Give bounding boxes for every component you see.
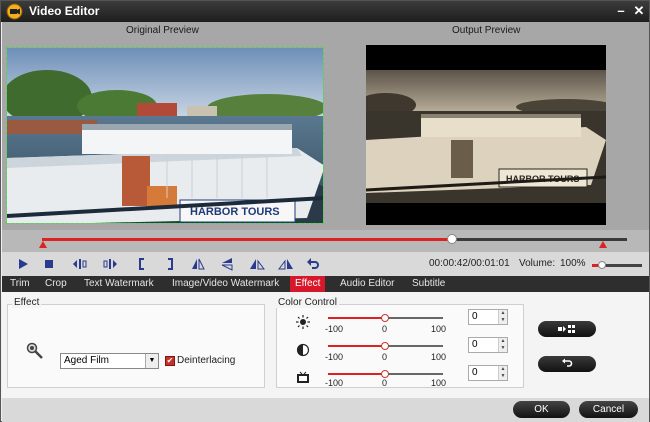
editor-tabs: Trim Crop Text Watermark Image/Video Wat… [2,276,649,292]
original-preview: HARBOR TOURS [6,47,324,224]
trim-start-marker[interactable] [39,241,47,248]
time-display: 00:00:42/00:01:01 [429,258,510,269]
output-video-frame: HARBOR TOURS [366,45,606,225]
undo-icon[interactable] [306,257,322,271]
timeline[interactable] [2,230,649,252]
chevron-down-icon[interactable]: ▼ [145,354,158,368]
stepper-arrows-icon[interactable]: ▲ ▼ [498,310,507,324]
tab-trim[interactable]: Trim [10,276,30,292]
color-control-title: Color Control [276,297,339,308]
close-button[interactable]: ✕ [631,3,647,19]
brightness-max-label: 100 [431,324,447,334]
volume-label: Volume: [519,258,556,269]
step-back-icon[interactable] [72,257,88,271]
playback-controls: 00:00:42/00:01:01 Volume: 100% [2,252,649,276]
ok-button[interactable]: OK [513,401,570,418]
magic-wand-icon [26,342,43,359]
effect-panel: Effect Aged Film ▼ ✔ Deinterlacing Color… [2,292,649,398]
step-forward-icon[interactable] [102,257,118,271]
tab-effect[interactable]: Effect [290,276,326,292]
effect-select[interactable]: Aged Film ▼ [60,353,159,369]
contrast-min-label: -100 [325,352,344,362]
reset-icon [562,358,573,367]
saturation-min-label: -100 [325,378,344,388]
output-preview-label: Output Preview [452,25,521,36]
flip-vertical-icon[interactable] [220,257,236,271]
video-editor-window: Video Editor – ✕ Original Preview Output… [0,0,650,422]
cancel-button[interactable]: Cancel [579,401,638,418]
volume-value: 100% [560,258,586,269]
contrast-icon [296,343,310,357]
trim-end-marker[interactable] [599,241,607,248]
saturation-mid-label: 0 [382,378,388,388]
brightness-slider-thumb[interactable] [381,314,389,322]
original-video-frame: HARBOR TOURS [7,48,323,223]
title-bar: Video Editor – ✕ [1,1,649,22]
dialog-footer: OK Cancel [2,398,649,422]
saturation-value: 0 [472,367,478,378]
contrast-max-label: 100 [431,352,447,362]
brightness-icon [296,315,310,329]
saturation-icon [297,371,309,383]
window-title: Video Editor [29,4,100,18]
color-control-group: Color Control -100 0 100 0 ▲ ▼ -100 0 10… [276,297,524,388]
brightness-stepper[interactable]: 0 ▲ ▼ [468,309,508,325]
volume-slider-thumb[interactable] [598,261,606,269]
mark-out-icon[interactable] [163,257,179,271]
deinterlacing-checkbox[interactable]: ✔ [165,356,175,366]
saturation-slider-fill [328,373,385,375]
svg-text:HARBOR TOURS: HARBOR TOURS [190,206,280,218]
brightness-slider-fill [328,317,385,319]
tab-audio-editor[interactable]: Audio Editor [340,276,394,292]
tab-image-video-watermark[interactable]: Image/Video Watermark [172,276,279,292]
brightness-value: 0 [472,311,478,322]
stepper-arrows-icon[interactable]: ▲ ▼ [498,338,507,352]
deinterlacing-label: Deinterlacing [177,355,236,366]
timeline-playhead[interactable] [447,234,457,244]
saturation-slider-thumb[interactable] [381,370,389,378]
output-preview: HARBOR TOURS [366,45,606,225]
original-preview-label: Original Preview [126,25,199,36]
contrast-slider-fill [328,345,385,347]
preview-area: Original Preview Output Preview HARBOR T… [2,22,649,230]
contrast-value: 0 [472,339,478,350]
saturation-max-label: 100 [431,378,447,388]
effect-group: Effect Aged Film ▼ ✔ Deinterlacing [7,297,265,388]
flip-horizontal-icon[interactable] [191,257,207,271]
apply-all-icon [558,325,575,333]
stop-icon[interactable] [42,257,58,271]
contrast-stepper[interactable]: 0 ▲ ▼ [468,337,508,353]
tab-subtitle[interactable]: Subtitle [412,276,445,292]
app-icon [6,3,23,20]
play-icon[interactable] [16,257,32,271]
tab-text-watermark[interactable]: Text Watermark [84,276,154,292]
tab-crop[interactable]: Crop [45,276,67,292]
effect-select-value: Aged Film [64,355,110,366]
rotate-right-icon[interactable] [278,257,294,271]
mark-in-icon[interactable] [135,257,151,271]
timeline-progress [42,238,452,241]
contrast-mid-label: 0 [382,352,388,362]
stepper-arrows-icon[interactable]: ▲ ▼ [498,366,507,380]
saturation-stepper[interactable]: 0 ▲ ▼ [468,365,508,381]
brightness-mid-label: 0 [382,324,388,334]
contrast-slider-thumb[interactable] [381,342,389,350]
minimize-button[interactable]: – [613,3,629,19]
rotate-left-icon[interactable] [249,257,265,271]
reset-button[interactable] [538,356,596,372]
effect-group-title: Effect [12,297,42,308]
brightness-min-label: -100 [325,324,344,334]
apply-to-all-button[interactable] [538,321,596,337]
